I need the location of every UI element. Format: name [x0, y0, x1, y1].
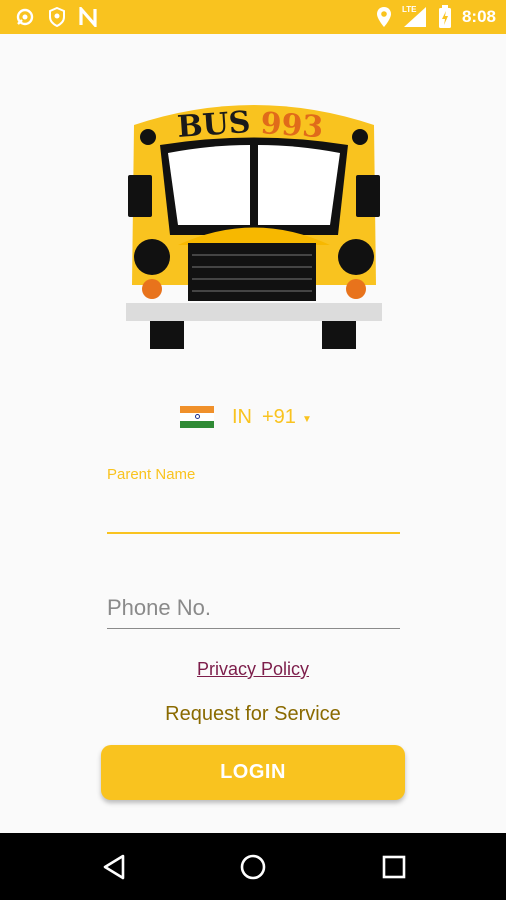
- clock: 8:08: [461, 7, 496, 26]
- phone-field-group: [107, 590, 400, 632]
- phone-input[interactable]: [107, 592, 400, 624]
- parent-name-input[interactable]: [107, 500, 400, 530]
- dial-code: +91: [262, 405, 296, 428]
- privacy-policy-link[interactable]: Privacy Policy: [0, 659, 506, 680]
- request-service-link[interactable]: Request for Service: [0, 703, 506, 726]
- login-button[interactable]: LOGIN: [101, 745, 405, 800]
- home-icon[interactable]: [237, 851, 269, 883]
- parent-name-field-group: Parent Name: [107, 464, 400, 536]
- n-icon: [78, 7, 98, 27]
- phone-underline: [107, 628, 400, 629]
- battery-charging-icon: [438, 5, 452, 29]
- shield-icon: [48, 7, 66, 27]
- country-code-picker[interactable]: IN +91 ▼: [180, 402, 312, 432]
- location-pin-icon: [14, 6, 36, 28]
- recents-icon[interactable]: [378, 851, 410, 883]
- system-nav-bar: [0, 833, 506, 900]
- india-flag-icon: [180, 406, 214, 428]
- chevron-down-icon: ▼: [301, 413, 312, 425]
- network-type-label: LTE: [401, 5, 417, 14]
- logo-text-bus: BUS: [176, 105, 251, 145]
- bus993-logo: BUS 993: [126, 95, 382, 353]
- logo-text-number: 993: [259, 106, 324, 145]
- back-icon[interactable]: [99, 851, 131, 883]
- location-icon: [376, 6, 392, 28]
- signal-icon: LTE: [401, 5, 428, 28]
- parent-name-underline: [107, 532, 400, 534]
- country-iso: IN: [232, 405, 252, 428]
- parent-name-label: Parent Name: [107, 466, 196, 483]
- status-bar: LTE 8:08: [0, 0, 506, 34]
